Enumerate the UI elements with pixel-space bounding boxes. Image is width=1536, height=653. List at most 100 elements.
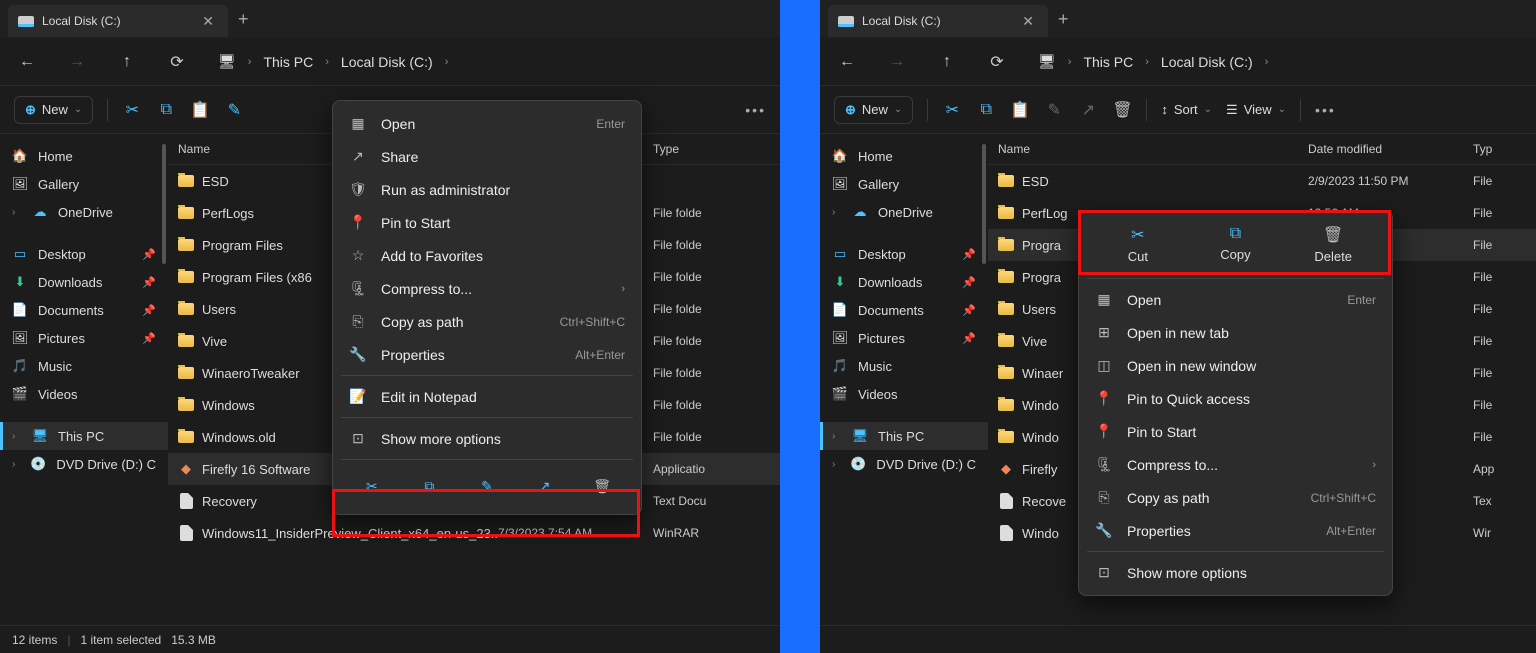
ctx-delete-icon[interactable]: 🗑 bbox=[584, 470, 620, 502]
file-type: Tex bbox=[1473, 494, 1526, 508]
breadcrumb[interactable]: 🖥 › This PC › Local Disk (C:) › bbox=[1038, 53, 1268, 70]
col-date[interactable]: Date modified bbox=[1308, 142, 1473, 156]
column-headers[interactable]: Name Date modified Typ bbox=[988, 134, 1536, 165]
ctx-copy-icon[interactable]: ⧉ bbox=[411, 470, 447, 502]
breadcrumb-thispc[interactable]: This PC bbox=[1083, 54, 1133, 70]
breadcrumb-drive[interactable]: Local Disk (C:) bbox=[341, 54, 433, 70]
sidebar-dvd[interactable]: ›💿DVD Drive (D:) C bbox=[0, 450, 168, 478]
new-button[interactable]: ⊕New⌄ bbox=[14, 96, 93, 124]
sidebar-onedrive[interactable]: ›☁OneDrive bbox=[0, 198, 168, 226]
close-tab-icon[interactable]: ✕ bbox=[198, 13, 218, 30]
delete-icon[interactable]: 🗑 bbox=[1112, 100, 1132, 120]
close-tab-icon[interactable]: ✕ bbox=[1018, 13, 1038, 30]
file-type: File folde bbox=[653, 238, 770, 252]
sidebar-thispc[interactable]: ›🖥This PC bbox=[820, 422, 988, 450]
sort-button[interactable]: ↕Sort⌄ bbox=[1161, 102, 1212, 117]
sidebar-downloads[interactable]: ⬇Downloads📌 bbox=[0, 268, 168, 296]
new-tab-button[interactable]: + bbox=[238, 9, 249, 30]
sidebar-home[interactable]: 🏠Home bbox=[0, 142, 168, 170]
sidebar-music[interactable]: 🎵Music bbox=[820, 352, 988, 380]
share-icon[interactable]: ↗ bbox=[1078, 100, 1098, 120]
ctx-share-icon[interactable]: ↗ bbox=[527, 470, 563, 502]
up-button[interactable]: ↑ bbox=[938, 53, 956, 71]
file-row[interactable]: ESD2/9/2023 11:50 PMFile bbox=[988, 165, 1536, 197]
ctx-favorites[interactable]: ☆Add to Favorites bbox=[333, 239, 641, 272]
cut-icon[interactable]: ✂ bbox=[942, 100, 962, 120]
sidebar-thispc[interactable]: ›🖥This PC bbox=[0, 422, 168, 450]
download-icon: ⬇ bbox=[832, 274, 848, 290]
refresh-button[interactable]: ⟳ bbox=[988, 52, 1006, 72]
ctx-cut-button[interactable]: ✂Cut bbox=[1098, 225, 1178, 264]
more-icon[interactable]: ••• bbox=[1315, 102, 1336, 118]
ctx-delete-button[interactable]: 🗑Delete bbox=[1293, 225, 1373, 264]
sidebar-desktop[interactable]: ▭Desktop📌 bbox=[0, 240, 168, 268]
ctx-pin-quick-access[interactable]: 📍Pin to Quick access bbox=[1079, 382, 1392, 415]
ctx-compress[interactable]: 🗜Compress to...› bbox=[333, 272, 641, 305]
sidebar-music[interactable]: 🎵Music bbox=[0, 352, 168, 380]
ctx-pin-start[interactable]: 📍Pin to Start bbox=[333, 206, 641, 239]
ctx-open-new-tab[interactable]: ⊞Open in new tab bbox=[1079, 316, 1392, 349]
scrollbar[interactable] bbox=[162, 144, 166, 264]
sidebar-home[interactable]: 🏠Home bbox=[820, 142, 988, 170]
ctx-share[interactable]: ↗Share bbox=[333, 140, 641, 173]
more-icon[interactable]: ••• bbox=[745, 102, 766, 118]
ctx-properties[interactable]: 🔧PropertiesAlt+Enter bbox=[333, 338, 641, 371]
sidebar-downloads[interactable]: ⬇Downloads📌 bbox=[820, 268, 988, 296]
sidebar-videos[interactable]: 🎬Videos bbox=[820, 380, 988, 408]
col-type[interactable]: Typ bbox=[1473, 142, 1526, 156]
ctx-open[interactable]: ▦OpenEnter bbox=[333, 107, 641, 140]
ctx-copy-path[interactable]: ⎘Copy as pathCtrl+Shift+C bbox=[333, 305, 641, 338]
col-name[interactable]: Name bbox=[998, 142, 1308, 156]
pin-icon: 📌 bbox=[142, 304, 156, 317]
refresh-button[interactable]: ⟳ bbox=[168, 52, 186, 72]
ctx-show-more[interactable]: ⊡Show more options bbox=[1079, 556, 1392, 589]
ctx-open[interactable]: ▦OpenEnter bbox=[1079, 283, 1392, 316]
ctx-pin-start[interactable]: 📍Pin to Start bbox=[1079, 415, 1392, 448]
sidebar-pictures[interactable]: 🖼Pictures📌 bbox=[820, 324, 988, 352]
ctx-show-more[interactable]: ⊡Show more options bbox=[333, 422, 641, 455]
sidebar-gallery[interactable]: 🖼Gallery bbox=[0, 170, 168, 198]
rename-icon[interactable]: ✎ bbox=[224, 100, 244, 120]
ctx-open-new-window[interactable]: ◫Open in new window bbox=[1079, 349, 1392, 382]
ctx-copy-path[interactable]: ⎘Copy as pathCtrl+Shift+C bbox=[1079, 481, 1392, 514]
col-type[interactable]: Type bbox=[653, 142, 770, 156]
new-button[interactable]: ⊕New⌄ bbox=[834, 96, 913, 124]
up-button[interactable]: ↑ bbox=[118, 53, 136, 71]
rename-icon[interactable]: ✎ bbox=[1044, 100, 1064, 120]
copy-icon[interactable]: ⧉ bbox=[976, 101, 996, 119]
file-date: 2/9/2023 11:50 PM bbox=[1308, 174, 1473, 188]
new-tab-button[interactable]: + bbox=[1058, 9, 1069, 30]
sidebar-videos[interactable]: 🎬Videos bbox=[0, 380, 168, 408]
ctx-runas[interactable]: 🛡Run as administrator bbox=[333, 173, 641, 206]
forward-button[interactable]: → bbox=[888, 53, 906, 71]
breadcrumb[interactable]: 🖥 › This PC › Local Disk (C:) › bbox=[218, 53, 448, 70]
file-row[interactable]: Windows11_InsiderPreview_Client_x64_en-u… bbox=[168, 517, 780, 549]
file-icon bbox=[998, 493, 1014, 509]
sidebar-documents[interactable]: 📄Documents📌 bbox=[0, 296, 168, 324]
window-tab[interactable]: Local Disk (C:) ✕ bbox=[8, 5, 228, 37]
copy-icon[interactable]: ⧉ bbox=[156, 101, 176, 119]
sidebar-documents[interactable]: 📄Documents📌 bbox=[820, 296, 988, 324]
scrollbar[interactable] bbox=[982, 144, 986, 264]
ctx-compress[interactable]: 🗜Compress to...› bbox=[1079, 448, 1392, 481]
ctx-copy-button[interactable]: ⧉Copy bbox=[1195, 225, 1275, 264]
sidebar-desktop[interactable]: ▭Desktop📌 bbox=[820, 240, 988, 268]
ctx-rename-icon[interactable]: ✎ bbox=[469, 470, 505, 502]
back-button[interactable]: ← bbox=[18, 53, 36, 71]
sidebar-onedrive[interactable]: ›☁OneDrive bbox=[820, 198, 988, 226]
sidebar-gallery[interactable]: 🖼Gallery bbox=[820, 170, 988, 198]
paste-icon[interactable]: 📋 bbox=[190, 100, 210, 120]
window-tab[interactable]: Local Disk (C:) ✕ bbox=[828, 5, 1048, 37]
view-button[interactable]: ☰View⌄ bbox=[1226, 102, 1286, 118]
ctx-edit-notepad[interactable]: 📝Edit in Notepad bbox=[333, 380, 641, 413]
forward-button[interactable]: → bbox=[68, 53, 86, 71]
sidebar-pictures[interactable]: 🖼Pictures📌 bbox=[0, 324, 168, 352]
back-button[interactable]: ← bbox=[838, 53, 856, 71]
paste-icon[interactable]: 📋 bbox=[1010, 100, 1030, 120]
breadcrumb-thispc[interactable]: This PC bbox=[263, 54, 313, 70]
ctx-cut-icon[interactable]: ✂ bbox=[354, 470, 390, 502]
breadcrumb-drive[interactable]: Local Disk (C:) bbox=[1161, 54, 1253, 70]
ctx-properties[interactable]: 🔧PropertiesAlt+Enter bbox=[1079, 514, 1392, 547]
sidebar-dvd[interactable]: ›💿DVD Drive (D:) C bbox=[820, 450, 988, 478]
cut-icon[interactable]: ✂ bbox=[122, 100, 142, 120]
